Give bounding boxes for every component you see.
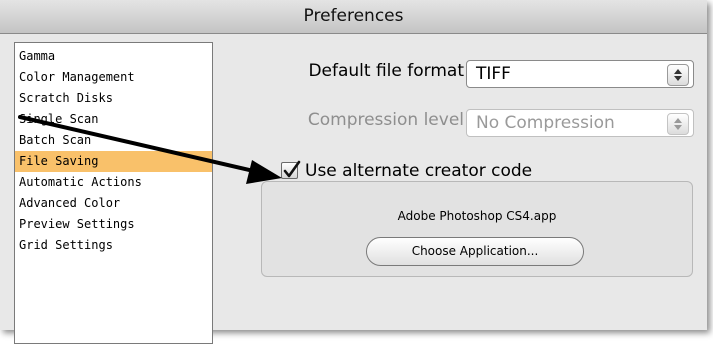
sidebar-item-scratch-disks[interactable]: Scratch Disks xyxy=(15,88,212,109)
sidebar-item-automatic-actions[interactable]: Automatic Actions xyxy=(15,172,212,193)
compression-popup[interactable]: No Compression xyxy=(466,109,694,137)
popup-arrows-icon xyxy=(667,113,689,135)
sidebar-item-gamma[interactable]: Gamma xyxy=(15,46,212,67)
alt-creator-checkbox[interactable] xyxy=(281,160,301,179)
popup-arrows-icon xyxy=(667,64,689,86)
title-bar[interactable]: Preferences xyxy=(0,0,707,34)
preferences-sidebar[interactable]: Gamma Color Management Scratch Disks Sin… xyxy=(14,42,213,344)
sidebar-item-single-scan[interactable]: Single Scan xyxy=(15,109,212,130)
default-format-value: TIFF xyxy=(476,64,511,84)
default-format-label: Default file format xyxy=(308,61,464,81)
compression-value: No Compression xyxy=(476,113,615,133)
alt-creator-label[interactable]: Use alternate creator code xyxy=(305,161,537,181)
sidebar-item-preview-settings[interactable]: Preview Settings xyxy=(15,214,212,235)
choose-application-button[interactable]: Choose Application... xyxy=(366,237,584,266)
sidebar-item-grid-settings[interactable]: Grid Settings xyxy=(15,235,212,256)
preferences-window: Preferences Gamma Color Management Scrat… xyxy=(0,0,707,344)
default-format-popup[interactable]: TIFF xyxy=(466,60,694,88)
compression-label: Compression level xyxy=(307,110,464,130)
sidebar-item-batch-scan[interactable]: Batch Scan xyxy=(15,130,212,151)
selected-app-name: Adobe Photoshop CS4.app xyxy=(397,209,557,223)
sidebar-item-advanced-color[interactable]: Advanced Color xyxy=(15,193,212,214)
sidebar-item-color-management[interactable]: Color Management xyxy=(15,67,212,88)
checkmark-icon xyxy=(283,160,301,178)
sidebar-item-file-saving[interactable]: File Saving xyxy=(15,151,212,172)
window-title: Preferences xyxy=(303,6,404,26)
